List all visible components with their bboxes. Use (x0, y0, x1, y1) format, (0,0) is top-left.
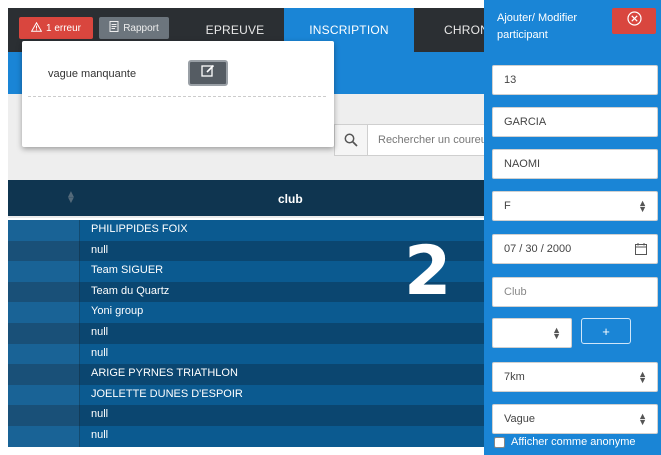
select-arrows-icon: ▲ ▼ (638, 411, 647, 427)
bib-number-field[interactable]: 13 (492, 65, 658, 95)
calendar-icon[interactable] (635, 243, 647, 258)
wave-select[interactable]: Vague ▲ ▼ (492, 404, 658, 434)
row-index-cell (8, 302, 80, 323)
table-header: ▲ ▼ club (8, 180, 488, 218)
table-row[interactable]: ARIGE PYRNES TRIATHLON (8, 364, 488, 385)
error-popup: vague manquante (22, 41, 334, 147)
search-input[interactable]: Rechercher un coureur (368, 124, 488, 156)
select-arrows-icon: ▲ ▼ (552, 325, 561, 341)
race-value: 7km (504, 371, 525, 383)
anonymous-option[interactable]: Afficher comme anonyme (494, 436, 636, 448)
row-index-cell (8, 281, 80, 303)
club-cell: null (91, 428, 109, 441)
club-cell: null (91, 325, 109, 338)
row-index-cell (8, 220, 80, 241)
tab-chrono[interactable]: CHRONO (414, 8, 488, 52)
popup-divider (28, 96, 326, 97)
column-header-club[interactable]: club (278, 192, 303, 206)
club-cell: null (91, 408, 109, 421)
table-row[interactable]: null (8, 405, 488, 426)
race-select[interactable]: 7km ▲ ▼ (492, 362, 658, 392)
table-row[interactable]: null (8, 322, 488, 344)
close-icon (626, 11, 642, 31)
row-index-cell (8, 322, 80, 344)
first-name-field[interactable]: NAOMI (492, 149, 658, 179)
panel-title: Ajouter/ Modifier participant (497, 12, 578, 41)
edit-icon (201, 64, 215, 83)
last-name-field[interactable]: GARCIA (492, 107, 658, 137)
row-index-cell (8, 261, 80, 282)
club-select[interactable]: ▲ ▼ (492, 318, 572, 348)
sort-icon[interactable]: ▲ ▼ (66, 190, 76, 206)
row-index-cell (8, 343, 80, 365)
gender-value: F (504, 200, 511, 212)
select-arrows-icon: ▲ ▼ (638, 198, 647, 214)
document-icon (109, 21, 119, 35)
close-button[interactable] (612, 8, 656, 34)
edit-button[interactable] (188, 60, 228, 86)
search-icon[interactable] (334, 124, 368, 156)
anonymous-label: Afficher comme anonyme (511, 436, 636, 448)
select-arrows-icon: ▲ ▼ (638, 369, 647, 385)
add-club-button[interactable]: + (581, 318, 631, 344)
table-row[interactable]: null (8, 343, 488, 365)
anonymous-checkbox[interactable] (494, 436, 505, 448)
club-cell: Yoni group (91, 305, 144, 318)
club-cell: PHILIPPIDES FOIX (91, 223, 188, 235)
birthdate-field[interactable]: 07 / 30 / 2000 (492, 234, 658, 264)
wave-value: Vague (504, 413, 535, 425)
table-row[interactable]: JOELETTE DUNES D'ESPOIR (8, 384, 488, 406)
warning-icon (30, 21, 43, 35)
row-index-cell (8, 240, 80, 262)
error-button[interactable]: 1 erreur (19, 17, 93, 39)
report-button-label: Rapport (123, 22, 159, 34)
gender-select[interactable]: F ▲ ▼ (492, 191, 658, 221)
report-button[interactable]: Rapport (99, 17, 169, 39)
row-index-cell (8, 364, 80, 385)
step-number-annotation: 2 (404, 232, 452, 311)
error-button-label: 1 erreur (45, 22, 81, 34)
club-cell: JOELETTE DUNES D'ESPOIR (91, 387, 243, 400)
table-row[interactable]: null (8, 425, 488, 447)
club-cell: null (91, 243, 109, 256)
row-index-cell (8, 425, 80, 447)
row-index-cell (8, 384, 80, 406)
club-cell: Team du Quartz (91, 284, 170, 297)
club-cell: ARIGE PYRNES TRIATHLON (91, 367, 238, 380)
club-cell: null (91, 346, 109, 359)
club-field[interactable]: Club (492, 277, 658, 307)
error-message: vague manquante (48, 68, 137, 80)
birthdate-value: 07 / 30 / 2000 (504, 243, 572, 255)
club-cell: Team SIGUER (91, 264, 164, 277)
row-index-cell (8, 405, 80, 426)
participant-panel: Ajouter/ Modifier participant 13 GARCIA … (484, 0, 661, 455)
